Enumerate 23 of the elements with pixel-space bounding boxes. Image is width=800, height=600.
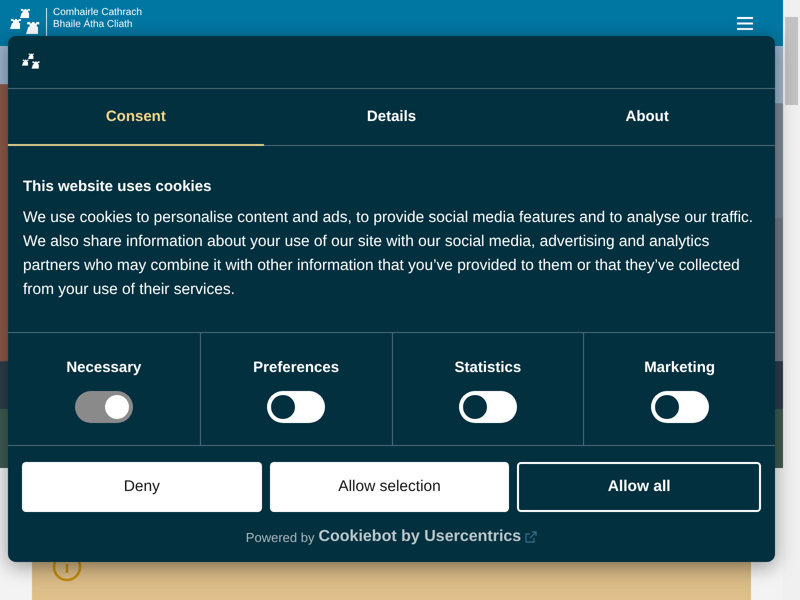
category-label: Statistics — [454, 359, 522, 376]
category-label: Marketing — [644, 359, 716, 376]
powered-by-text: Powered by — [246, 530, 314, 544]
logo-text: Bhaile Átha Cliath — [53, 19, 134, 31]
castles-logo-icon — [10, 9, 40, 37]
tab[interactable]: Details — [264, 89, 520, 146]
toggle-switch[interactable] — [458, 391, 517, 423]
category-label: Necessary — [66, 359, 142, 376]
cookie-description: We use cookies to personalise content and ads, to provide social media features and to analyse our traffic. We also share information about your use of our site with our social media, advertising and analytics partners who may combine it with other information that you’ve provided to them or that they’ve collected from your use of their services. — [23, 208, 754, 300]
tab[interactable]: Consent — [8, 89, 264, 146]
castles-logo-icon — [22, 53, 40, 71]
toggle-switch[interactable] — [267, 391, 326, 423]
tab[interactable]: About — [519, 89, 776, 146]
dialog-title: This website uses cookies — [23, 178, 212, 195]
allow-all-button[interactable]: Allow all — [517, 462, 762, 512]
brand-link[interactable]: Cookiebot by Usercentrics — [318, 528, 522, 546]
logo-text: Comhairle Cathrach — [53, 7, 142, 18]
toggle-switch[interactable] — [650, 391, 709, 423]
consent-button[interactable]: Allow selection — [270, 462, 510, 512]
consent-button[interactable]: Deny — [22, 462, 262, 512]
menu-icon[interactable] — [737, 17, 753, 30]
external-link-icon — [525, 531, 538, 543]
category-label: Preferences — [253, 359, 340, 376]
